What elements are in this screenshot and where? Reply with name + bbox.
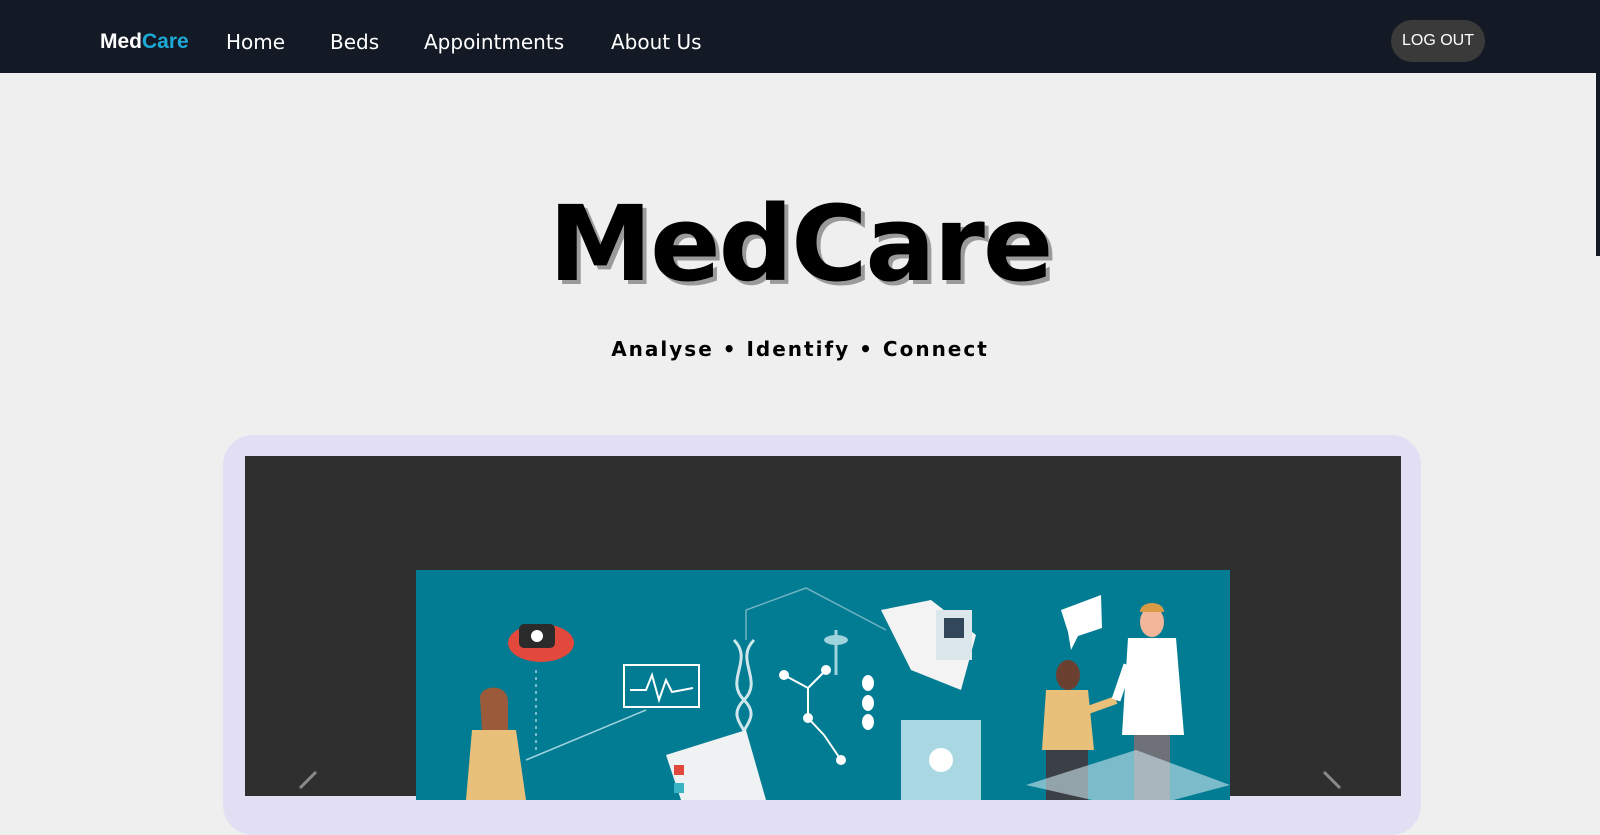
chevron-right-icon [1322,770,1342,790]
carousel-next-button[interactable] [1318,770,1348,800]
nav-link-beds[interactable]: Beds [330,29,379,55]
patient-figure-icon [466,687,526,800]
nav-link-about-us[interactable]: About Us [611,29,702,55]
medical-folder-icon [881,600,976,690]
chevron-left-icon [298,770,318,790]
brand-name-care: Care [142,30,189,53]
heartbeat-monitor-icon [623,664,700,708]
hero-tagline: Analyse • Identify • Connect [611,337,989,361]
logout-button[interactable]: LOG OUT [1391,20,1485,62]
medical-chart-icon [901,720,981,800]
smartwatch-icon [508,624,574,662]
top-navbar: MedCare Home Beds Appointments About Us … [0,0,1600,73]
nav-link-home[interactable]: Home [226,29,285,55]
speech-bubble-icon [1061,595,1102,650]
report-screen-icon [666,730,766,800]
healthcare-illustration [466,587,1230,800]
carousel-slide-image [416,570,1230,800]
brand-name-med: Med [100,30,142,53]
molecule-icon [779,665,846,765]
nav-link-appointments[interactable]: Appointments [424,29,564,55]
hero-title: MedCare [548,183,1054,305]
dna-icon [732,638,756,742]
carousel-prev-button[interactable] [292,770,322,800]
brand-logo[interactable]: MedCare [100,30,189,54]
